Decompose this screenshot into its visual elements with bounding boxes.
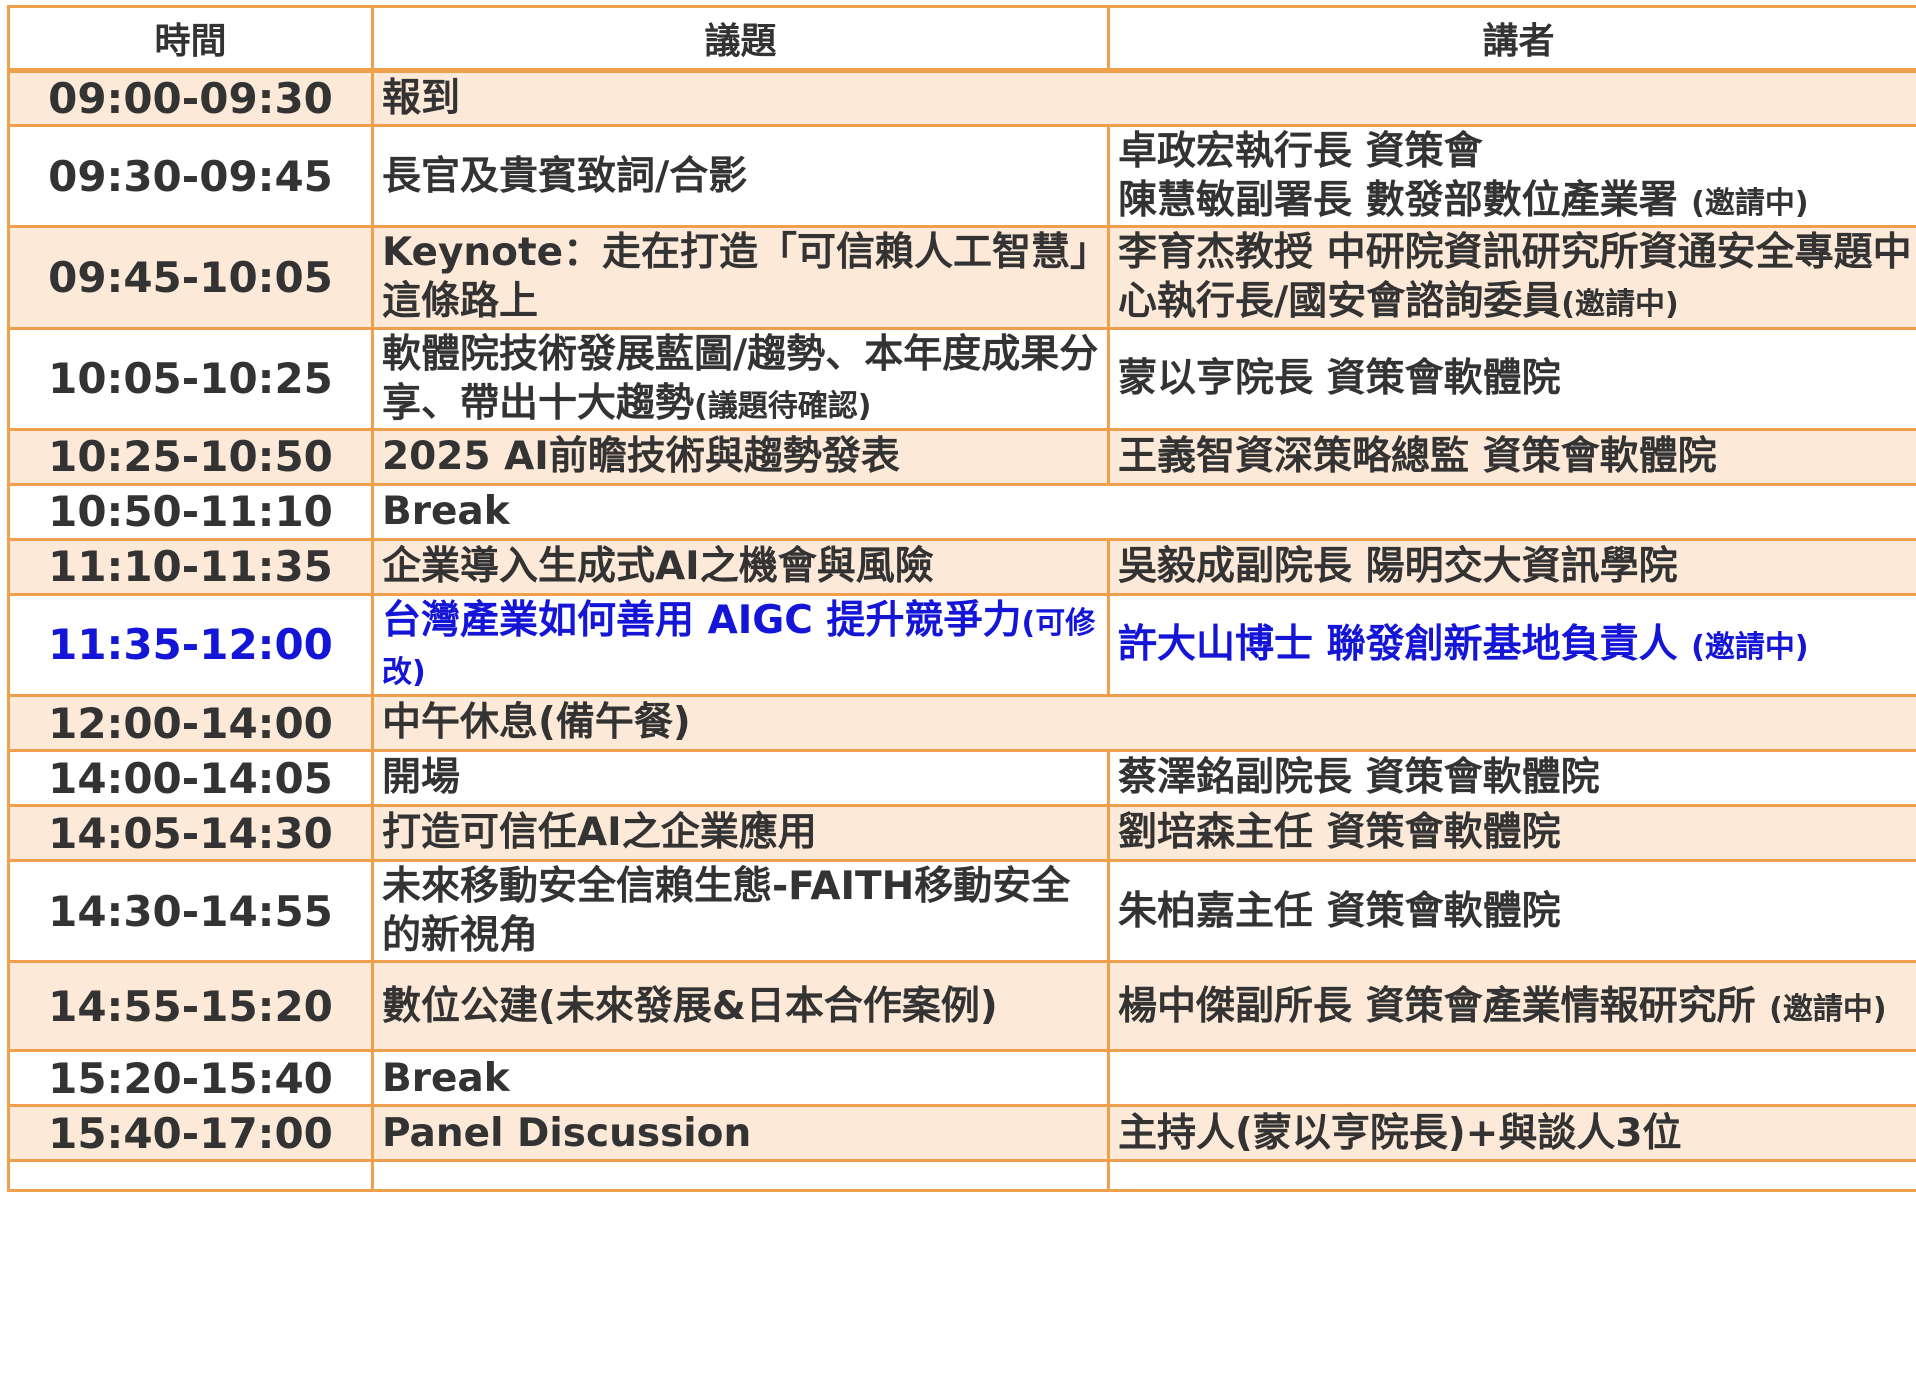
- agenda-row: 09:00-09:30 報到: [7, 69, 1916, 127]
- speaker-cell: 王義智資深策略總監 資策會軟體院: [1107, 427, 1916, 486]
- agenda-page: 時間 議題 講者 09:00-09:30 報到 09:30-09:45 長官及貴…: [0, 0, 1916, 1374]
- agenda-row-highlighted: 11:35-12:00 台灣產業如何善用 AIGC 提升競爭力(可修改) 許大山…: [7, 592, 1916, 698]
- empty-cell: [7, 1159, 374, 1193]
- agenda-row: 10:05-10:25 軟體院技術發展藍圖/趨勢、本年度成果分享、帶出十大趨勢(…: [7, 326, 1916, 431]
- speaker-text: 楊中傑副所長 資策會產業情報研究所: [1118, 983, 1770, 1029]
- agenda-row: 10:50-11:10 Break: [7, 482, 1916, 541]
- speaker-cell: [1107, 1049, 1916, 1108]
- speaker-cell: 楊中傑副所長 資策會產業情報研究所 (邀請中): [1107, 960, 1916, 1053]
- time-cell: 09:30-09:45: [7, 123, 374, 229]
- topic-cell: 長官及貴賓致詞/合影: [371, 123, 1110, 229]
- speaker-cell: 蔡澤銘副院長 資策會軟體院: [1107, 749, 1916, 807]
- topic-cell: 開場: [371, 749, 1110, 807]
- agenda-row: 14:30-14:55 未來移動安全信賴生態-FAITH移動安全的新視角 朱柏嘉…: [7, 858, 1916, 964]
- agenda-row: 09:30-09:45 長官及貴賓致詞/合影 卓政宏執行長 資策會 陳慧敏副署長…: [7, 123, 1916, 229]
- time-cell: 14:05-14:30: [7, 804, 374, 862]
- speaker-text: 陳慧敏副署長 數發部數位產業署: [1118, 178, 1692, 224]
- empty-cell: [371, 1159, 1110, 1193]
- time-cell: 10:05-10:25: [7, 326, 374, 431]
- header-topic: 議題: [371, 5, 1110, 73]
- time-cell: 14:55-15:20: [7, 960, 374, 1053]
- invite-status-note: (邀請中): [1769, 991, 1887, 1027]
- agenda-row: 09:45-10:05 Keynote：走在打造「可信賴人工智慧」這條路上 李育…: [7, 225, 1916, 330]
- topic-cell: Keynote：走在打造「可信賴人工智慧」這條路上: [371, 225, 1110, 330]
- header-row: 時間 議題 講者: [7, 5, 1916, 73]
- speaker-text: 李育杰教授 中研院資訊研究所資通安全專題中心執行長/國安會諮詢委員: [1118, 230, 1912, 325]
- time-cell: 11:10-11:35: [7, 537, 374, 596]
- speaker-cell: 蒙以亨院長 資策會軟體院: [1107, 326, 1916, 431]
- invite-status-note: (邀請中): [1691, 186, 1809, 222]
- time-cell: 14:30-14:55: [7, 858, 374, 964]
- topic-cell: 報到: [371, 69, 1916, 127]
- speaker-cell: 卓政宏執行長 資策會 陳慧敏副署長 數發部數位產業署 (邀請中): [1107, 123, 1916, 229]
- topic-cell: 數位公建(未來發展&日本合作案例): [371, 960, 1110, 1053]
- agenda-row: 15:20-15:40 Break: [7, 1049, 1916, 1108]
- topic-cell: Break: [371, 1049, 1110, 1108]
- header-speaker: 講者: [1107, 5, 1916, 73]
- speaker-cell: 主持人(蒙以亨院長)+與談人3位: [1107, 1104, 1916, 1163]
- topic-cell: 中午休息(備午餐): [371, 694, 1916, 752]
- topic-cell: Break: [371, 482, 1916, 541]
- time-cell: 12:00-14:00: [7, 694, 374, 752]
- speaker-cell: 朱柏嘉主任 資策會軟體院: [1107, 858, 1916, 964]
- topic-note: (議題待確認): [694, 388, 872, 424]
- topic-text: 台灣產業如何善用 AIGC 提升競爭力: [382, 597, 1022, 643]
- time-cell: 11:35-12:00: [7, 592, 374, 698]
- invite-status-note: (邀請中): [1691, 630, 1809, 666]
- agenda-row-partial: [7, 1159, 1916, 1193]
- topic-cell: 未來移動安全信賴生態-FAITH移動安全的新視角: [371, 858, 1110, 964]
- agenda-row: 15:40-17:00 Panel Discussion 主持人(蒙以亨院長)+…: [7, 1104, 1916, 1163]
- speaker-cell: 吳毅成副院長 陽明交大資訊學院: [1107, 537, 1916, 596]
- time-cell: 14:00-14:05: [7, 749, 374, 807]
- speaker-text: 許大山博士 聯發創新基地負責人: [1118, 622, 1692, 668]
- agenda-table: 時間 議題 講者 09:00-09:30 報到 09:30-09:45 長官及貴…: [7, 5, 1916, 1193]
- speaker-cell: 劉培森主任 資策會軟體院: [1107, 804, 1916, 862]
- agenda-row: 14:55-15:20 數位公建(未來發展&日本合作案例) 楊中傑副所長 資策會…: [7, 960, 1916, 1053]
- topic-cell: 軟體院技術發展藍圖/趨勢、本年度成果分享、帶出十大趨勢(議題待確認): [371, 326, 1110, 431]
- agenda-row: 14:05-14:30 打造可信任AI之企業應用 劉培森主任 資策會軟體院: [7, 804, 1916, 862]
- topic-cell: Panel Discussion: [371, 1104, 1110, 1163]
- time-cell: 15:20-15:40: [7, 1049, 374, 1108]
- topic-cell: 2025 AI前瞻技術與趨勢發表: [371, 427, 1110, 486]
- time-cell: 10:50-11:10: [7, 482, 374, 541]
- agenda-row: 11:10-11:35 企業導入生成式AI之機會與風險 吳毅成副院長 陽明交大資…: [7, 537, 1916, 596]
- topic-cell: 打造可信任AI之企業應用: [371, 804, 1110, 862]
- speaker-cell: 許大山博士 聯發創新基地負責人 (邀請中): [1107, 592, 1916, 698]
- empty-cell: [1107, 1159, 1916, 1193]
- agenda-row: 14:00-14:05 開場 蔡澤銘副院長 資策會軟體院: [7, 749, 1916, 807]
- time-cell: 09:00-09:30: [7, 69, 374, 127]
- agenda-row: 12:00-14:00 中午休息(備午餐): [7, 694, 1916, 752]
- speaker-line: 陳慧敏副署長 數發部數位產業署 (邀請中): [1118, 176, 1916, 224]
- header-time: 時間: [7, 5, 374, 73]
- speaker-line: 卓政宏執行長 資策會: [1118, 129, 1916, 177]
- topic-cell: 台灣產業如何善用 AIGC 提升競爭力(可修改): [371, 592, 1110, 698]
- time-cell: 09:45-10:05: [7, 225, 374, 330]
- speaker-cell: 李育杰教授 中研院資訊研究所資通安全專題中心執行長/國安會諮詢委員(邀請中): [1107, 225, 1916, 330]
- topic-cell: 企業導入生成式AI之機會與風險: [371, 537, 1110, 596]
- invite-status-note: (邀請中): [1561, 287, 1679, 323]
- time-cell: 15:40-17:00: [7, 1104, 374, 1163]
- speaker-text: 卓政宏執行長 資策會: [1118, 129, 1483, 174]
- agenda-row: 10:25-10:50 2025 AI前瞻技術與趨勢發表 王義智資深策略總監 資…: [7, 427, 1916, 486]
- time-cell: 10:25-10:50: [7, 427, 374, 486]
